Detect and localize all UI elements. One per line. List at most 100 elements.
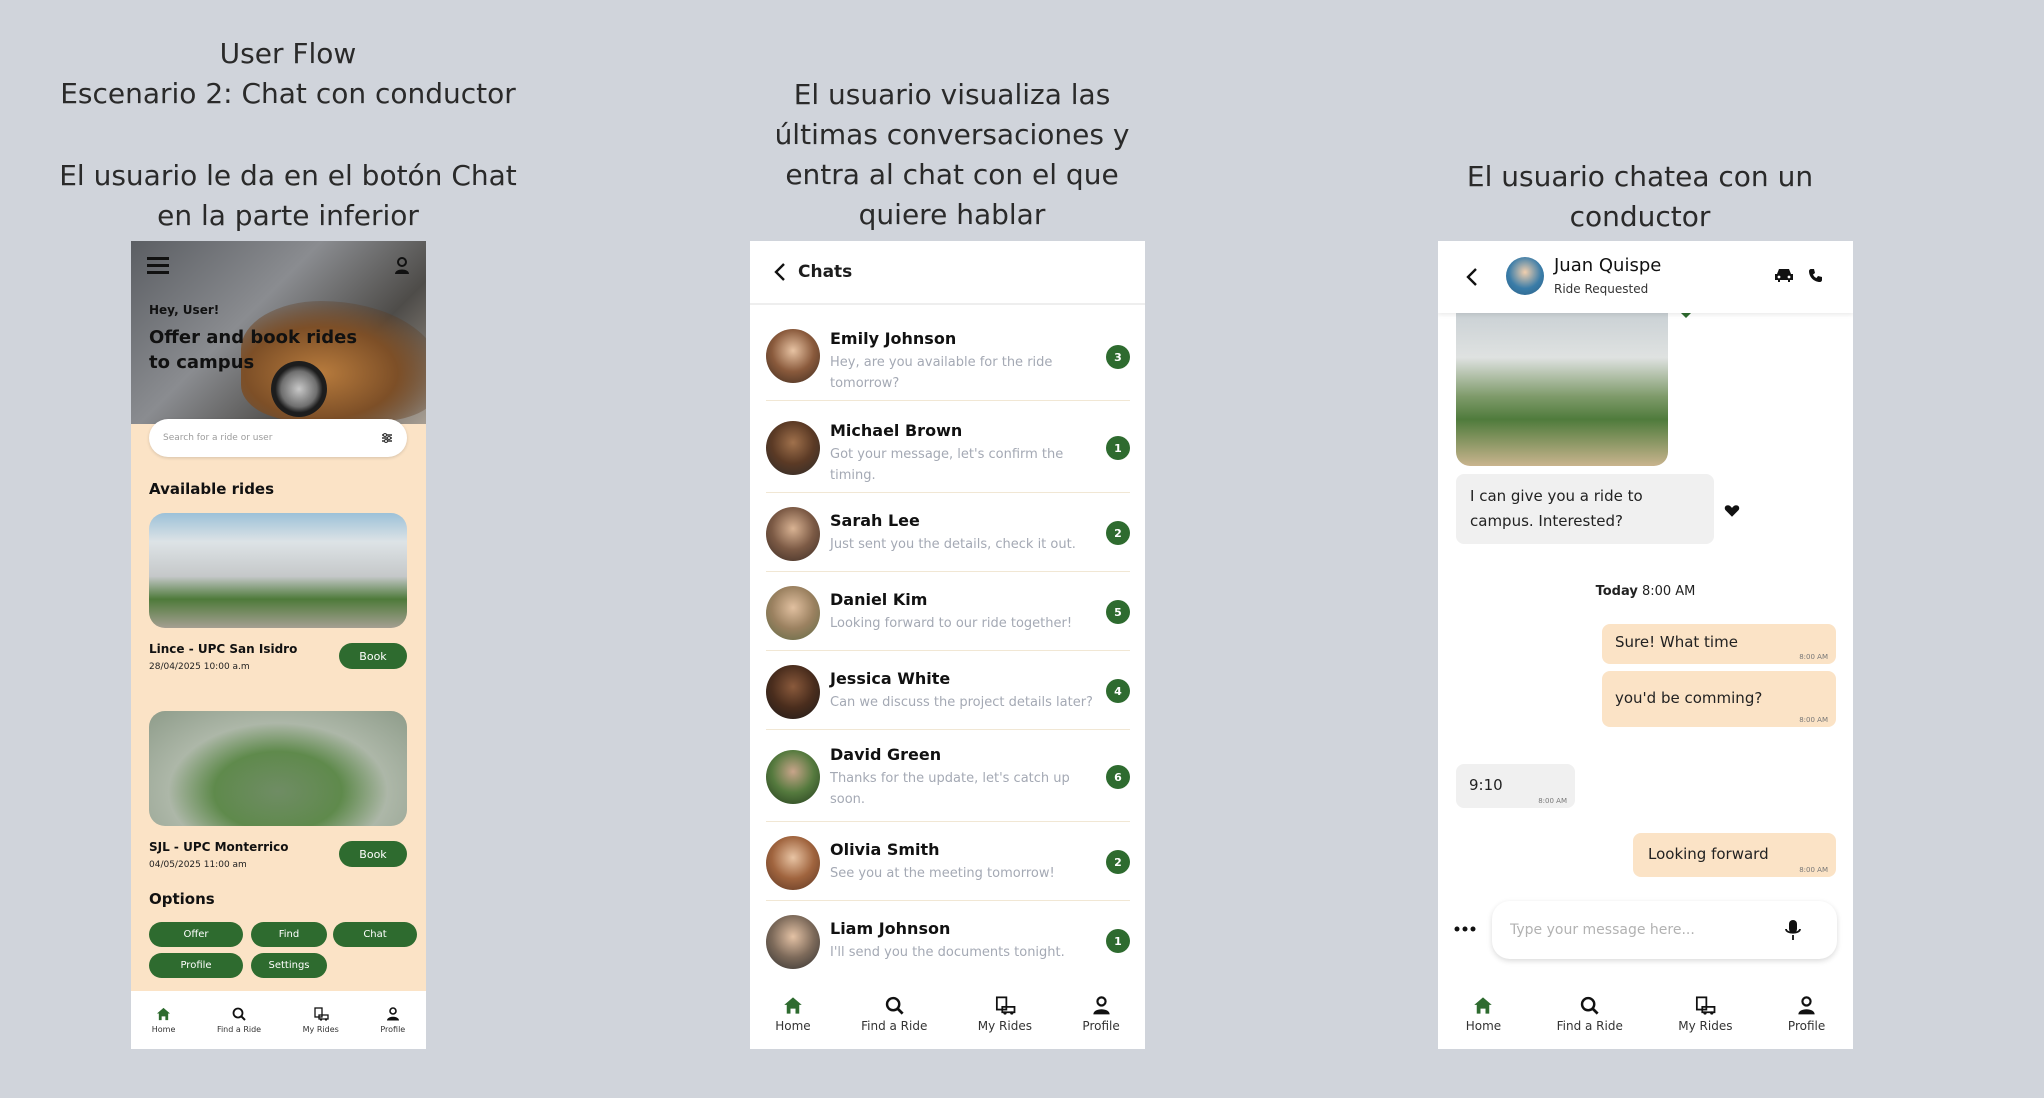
nav-label: Home (151, 1024, 176, 1034)
nav-label: Profile (380, 1024, 406, 1034)
more-options-icon[interactable] (1454, 926, 1476, 932)
chat-last-message: Looking forward to our ride together! (830, 616, 1073, 631)
chat-contact-name: Michael Brown (830, 421, 963, 440)
nav-profile[interactable]: Profile (380, 1006, 406, 1034)
nav-profile[interactable]: Profile (1787, 995, 1826, 1033)
contact-status: Ride Requested (1554, 282, 1649, 296)
chat-contact-name: Daniel Kim (830, 590, 928, 609)
avatar (766, 329, 820, 383)
chat-contact-name: David Green (830, 745, 942, 764)
nav-profile[interactable]: Profile (1082, 995, 1120, 1033)
chat-last-message: Hey, are you available for the ride tomo… (830, 355, 1053, 391)
option-offer-button[interactable]: Offer (149, 922, 243, 947)
nav-find[interactable]: Find a Ride (217, 1007, 261, 1034)
caption-line: User Flow (219, 37, 357, 70)
message-time: 8:00 AM (1799, 716, 1828, 724)
option-settings-button[interactable]: Settings (251, 953, 327, 978)
nav-home[interactable]: Home (775, 996, 811, 1033)
chat-list-item[interactable]: Jessica White Can we discuss the project… (766, 651, 1130, 730)
nav-my-rides[interactable]: My Rides (302, 1006, 339, 1034)
profile-icon (386, 1006, 399, 1020)
caption-line: en la parte inferior (157, 199, 419, 232)
ride-route: SJL - UPC Monterrico (149, 840, 289, 854)
avatar (766, 586, 820, 640)
chat-list-item[interactable]: David Green Thanks for the update, let's… (766, 730, 1130, 822)
car-icon[interactable] (1774, 267, 1794, 283)
greeting: Hey, User! (149, 303, 220, 317)
ride-image-monterrico[interactable] (149, 711, 407, 826)
chat-last-message: Got your message, let's confirm the timi… (830, 447, 1064, 483)
search-bar[interactable]: Search for a ride or user (149, 419, 407, 457)
chat-list-item[interactable]: Michael Brown Got your message, let's co… (766, 401, 1130, 493)
nav-find[interactable]: Find a Ride (1557, 996, 1623, 1033)
chat-list-item[interactable]: Emily Johnson Hey, are you available for… (766, 317, 1130, 401)
nav-label: Profile (1787, 1018, 1826, 1033)
phone-icon[interactable] (1808, 268, 1823, 283)
caption-middle: El usuario visualiza las últimas convers… (712, 75, 1192, 235)
unread-badge: 3 (1106, 345, 1130, 369)
ride-image-san-isidro[interactable] (149, 513, 407, 628)
nav-my-rides[interactable]: My Rides (1678, 995, 1733, 1033)
avatar (766, 665, 820, 719)
shared-photo[interactable] (1456, 311, 1668, 466)
chat-last-message: Thanks for the update, let's catch up so… (830, 771, 1070, 807)
heart-icon[interactable] (1724, 504, 1740, 518)
book-button[interactable]: Book (339, 841, 407, 867)
options-heading: Options (149, 890, 215, 908)
chat-list-item[interactable]: Sarah Lee Just sent you the details, che… (766, 493, 1130, 572)
conversation-header: Juan Quispe Ride Requested (1438, 241, 1853, 313)
composer (1438, 901, 1853, 961)
nav-home[interactable]: Home (1466, 996, 1501, 1033)
chat-list-item[interactable]: Liam Johnson I'll send you the documents… (766, 901, 1130, 980)
car-building-icon (1696, 995, 1716, 1015)
option-chat-button[interactable]: Chat (333, 922, 417, 947)
back-arrow-icon[interactable] (774, 262, 786, 282)
nav-label: Home (1465, 1018, 1502, 1033)
chats-screen: Chats Emily Johnson Hey, are you availab… (750, 241, 1145, 1049)
home-icon (1474, 996, 1493, 1014)
message-text: you'd be comming? (1615, 689, 1763, 707)
message-time: 8:00 AM (1538, 797, 1567, 805)
car-building-icon (995, 995, 1016, 1015)
nav-home[interactable]: Home (151, 1007, 176, 1034)
contact-name: Juan Quispe (1554, 255, 1662, 276)
option-profile-button[interactable]: Profile (149, 953, 243, 978)
avatar[interactable] (1506, 257, 1544, 295)
avatar (766, 750, 820, 804)
book-button[interactable]: Book (339, 643, 407, 669)
unread-badge: 6 (1106, 765, 1130, 789)
option-find-button[interactable]: Find (251, 922, 327, 947)
profile-icon (1798, 995, 1815, 1014)
message-bubble-outgoing: Sure! What time 8:00 AM (1602, 624, 1836, 664)
home-icon (784, 996, 802, 1014)
nav-find[interactable]: Find a Ride (861, 996, 927, 1033)
filter-icon[interactable] (381, 432, 393, 444)
chat-list-item[interactable]: Olivia Smith See you at the meeting tomo… (766, 822, 1130, 901)
chat-contact-name: Jessica White (830, 669, 951, 688)
nav-my-rides[interactable]: My Rides (978, 995, 1032, 1033)
back-arrow-icon[interactable] (1466, 267, 1478, 287)
unread-badge: 2 (1106, 521, 1130, 545)
user-icon[interactable] (394, 257, 410, 275)
chat-last-message: Can we discuss the project details later… (830, 695, 1093, 710)
bottom-nav: Home Find a Ride My Rides Profile (131, 991, 426, 1049)
search-icon (232, 1007, 246, 1021)
nav-label: My Rides (302, 1024, 339, 1034)
nav-label: My Rides (1678, 1018, 1733, 1033)
menu-icon[interactable] (147, 257, 169, 277)
profile-icon (1092, 995, 1110, 1014)
message-time: 8:00 AM (1799, 653, 1828, 661)
search-icon (885, 996, 904, 1015)
caption-line (48, 114, 528, 156)
page-title: Chats (798, 262, 853, 282)
caption-line: conductor (1569, 200, 1711, 233)
chat-list-item[interactable]: Daniel Kim Looking forward to our ride t… (766, 572, 1130, 651)
unread-badge: 2 (1106, 850, 1130, 874)
chat-last-message: Just sent you the details, check it out. (830, 537, 1076, 552)
nav-label: Home (775, 1018, 811, 1033)
message-text: Looking forward (1648, 845, 1769, 863)
message-time: 8:00 AM (1799, 866, 1828, 874)
avatar (766, 836, 820, 890)
microphone-icon[interactable] (1785, 919, 1801, 941)
date-separator: Today 8:00 AM (1438, 584, 1853, 599)
